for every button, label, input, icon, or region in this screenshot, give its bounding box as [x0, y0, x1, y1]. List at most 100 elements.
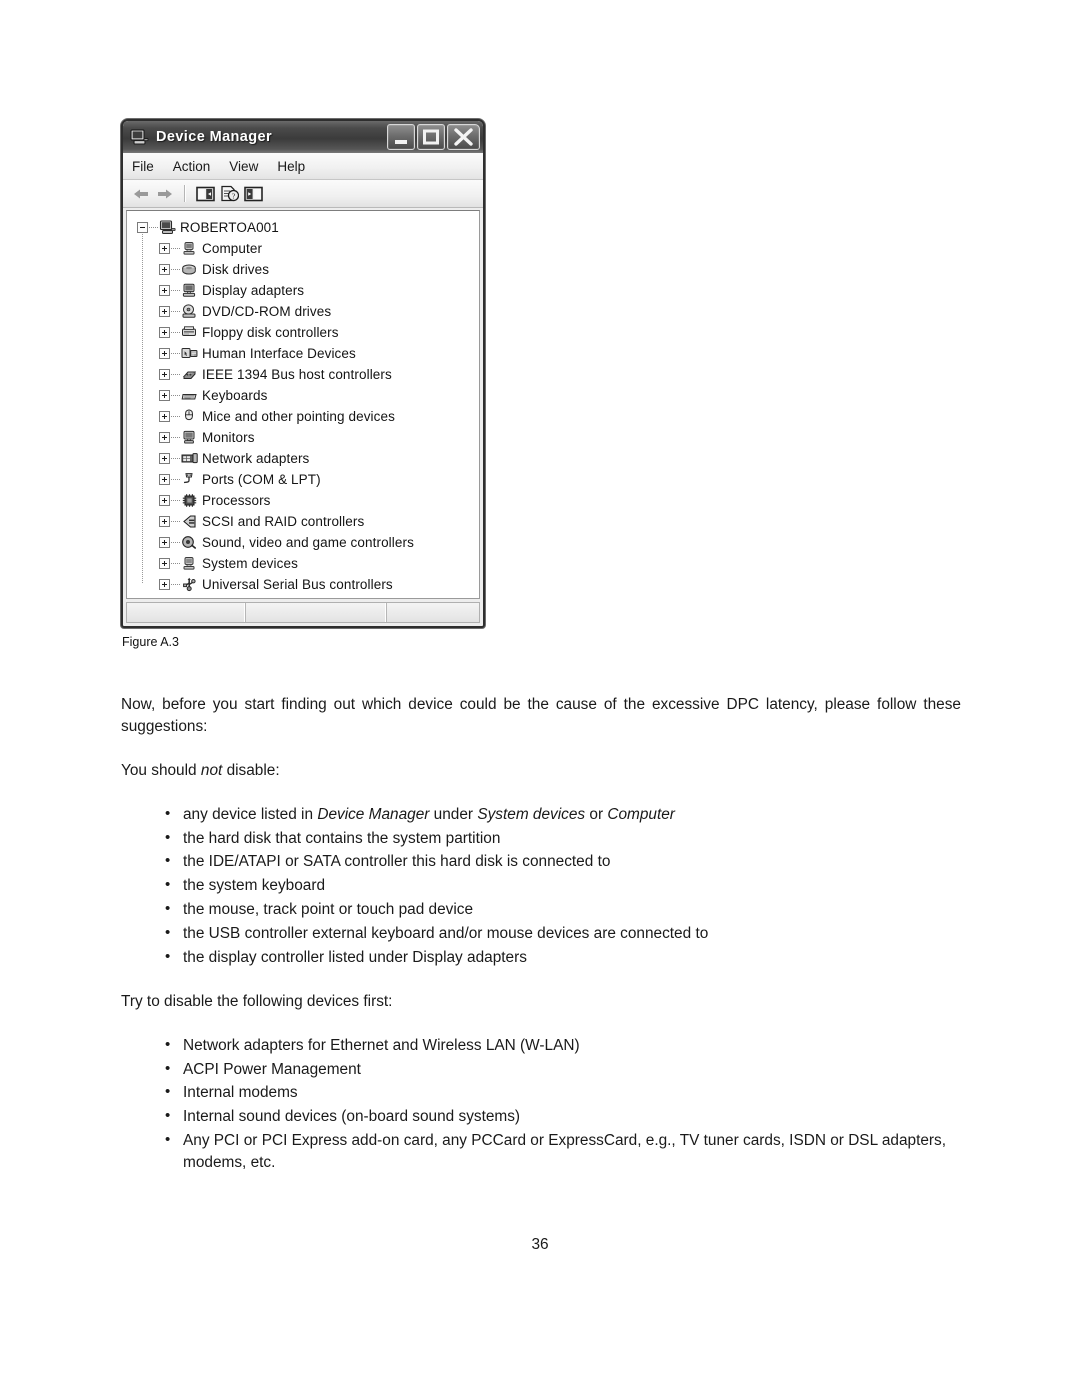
- display-adapter-icon: [180, 282, 198, 299]
- toolbar-separator: [184, 185, 186, 202]
- tree-row[interactable]: Ports (COM & LPT): [137, 469, 479, 490]
- tree-item-label: Universal Serial Bus controllers: [202, 577, 393, 592]
- list-item: ACPI Power Management: [165, 1058, 961, 1081]
- expand-toggle-icon[interactable]: [159, 516, 170, 527]
- mouse-icon: [180, 408, 198, 425]
- forward-button[interactable]: [154, 183, 176, 204]
- tree-row[interactable]: Display adapters: [137, 280, 479, 301]
- computer-icon: [130, 128, 149, 146]
- tree-connector: [171, 248, 180, 249]
- list-item: the mouse, track point or touch pad devi…: [165, 898, 961, 921]
- tree-connector: [171, 332, 180, 333]
- tree-row[interactable]: Universal Serial Bus controllers: [137, 574, 479, 595]
- expand-toggle-icon[interactable]: [159, 348, 170, 359]
- collapse-toggle-icon[interactable]: [137, 222, 148, 233]
- expand-toggle-icon[interactable]: [159, 453, 170, 464]
- expand-toggle-icon[interactable]: [159, 390, 170, 401]
- device-tree-pane[interactable]: ROBERTOA001 Computer Disk drives Display…: [126, 210, 480, 599]
- tree-connector: [171, 542, 180, 543]
- expand-toggle-icon[interactable]: [159, 495, 170, 506]
- page-number: 36: [531, 1236, 549, 1253]
- expand-toggle-icon[interactable]: [159, 306, 170, 317]
- lead-text-before: You should: [121, 761, 201, 779]
- floppy-controller-icon: [180, 324, 198, 341]
- tree-row[interactable]: Disk drives: [137, 259, 479, 280]
- tree-row[interactable]: Floppy disk controllers: [137, 322, 479, 343]
- status-panel-2: [246, 603, 387, 622]
- expand-toggle-icon[interactable]: [159, 327, 170, 338]
- firewire-icon: [180, 366, 198, 383]
- tree-connector: [171, 269, 180, 270]
- expand-toggle-icon[interactable]: [159, 243, 170, 254]
- back-button[interactable]: [130, 183, 152, 204]
- tree-item-label: Sound, video and game controllers: [202, 535, 414, 550]
- tree-row[interactable]: Keyboards: [137, 385, 479, 406]
- expand-toggle-icon[interactable]: [159, 474, 170, 485]
- list-item: the IDE/ATAPI or SATA controller this ha…: [165, 850, 961, 873]
- tree-row[interactable]: Processors: [137, 490, 479, 511]
- list-item: Internal sound devices (on-board sound s…: [165, 1105, 961, 1128]
- hid-icon: [180, 345, 198, 362]
- computer-node-icon: [158, 219, 176, 236]
- expand-toggle-icon[interactable]: [159, 285, 170, 296]
- properties-icon[interactable]: ?: [218, 183, 240, 204]
- tree-connector: [171, 458, 180, 459]
- tree-row[interactable]: Computer: [137, 238, 479, 259]
- minimize-button[interactable]: [387, 124, 415, 150]
- system-device-icon: [180, 555, 198, 572]
- list-item: Any PCI or PCI Express add-on card, any …: [165, 1129, 961, 1174]
- tree-row[interactable]: DVD/CD-ROM drives: [137, 301, 479, 322]
- bullet-italic: System devices: [477, 805, 586, 823]
- bullet-text: under: [429, 805, 478, 823]
- list-item: the USB controller external keyboard and…: [165, 922, 961, 945]
- close-button[interactable]: [447, 124, 480, 150]
- lead-text-after: disable:: [222, 761, 280, 779]
- figure-a3: Device Manager File Action View Help ? R…: [121, 119, 487, 649]
- maximize-button[interactable]: [417, 124, 445, 150]
- list-item: Network adapters for Ethernet and Wirele…: [165, 1034, 961, 1057]
- tree-row[interactable]: ROBERTOA001: [137, 217, 479, 238]
- expand-toggle-icon[interactable]: [159, 432, 170, 443]
- tree-item-label: Keyboards: [202, 388, 268, 403]
- tree-row[interactable]: Sound, video and game controllers: [137, 532, 479, 553]
- tree-row[interactable]: System devices: [137, 553, 479, 574]
- tree-item-label: Processors: [202, 493, 271, 508]
- console-tree-icon[interactable]: [194, 183, 216, 204]
- computer-category-icon: [180, 240, 198, 257]
- expand-toggle-icon[interactable]: [159, 411, 170, 422]
- expand-toggle-icon[interactable]: [159, 369, 170, 380]
- menu-bar: File Action View Help: [123, 153, 483, 180]
- expand-toggle-icon[interactable]: [159, 537, 170, 548]
- expand-toggle-icon[interactable]: [159, 264, 170, 275]
- menu-item-action[interactable]: Action: [173, 157, 220, 176]
- tree-connector: [171, 395, 180, 396]
- tree-row[interactable]: Mice and other pointing devices: [137, 406, 479, 427]
- expand-toggle-icon[interactable]: [159, 558, 170, 569]
- disable-first-lead: Try to disable the following devices fir…: [121, 992, 393, 1010]
- tree-row[interactable]: Network adapters: [137, 448, 479, 469]
- tree-item-label: IEEE 1394 Bus host controllers: [202, 367, 392, 382]
- port-icon: [180, 471, 198, 488]
- lead-text-italic: not: [200, 761, 223, 779]
- menu-item-help[interactable]: Help: [277, 157, 314, 176]
- tree-row[interactable]: Monitors: [137, 427, 479, 448]
- figure-caption: Figure A.3: [122, 635, 179, 649]
- tree-connector: [171, 479, 180, 480]
- bullet-text: or: [585, 805, 608, 823]
- window-titlebar[interactable]: Device Manager: [123, 121, 483, 153]
- usb-icon: [180, 576, 198, 593]
- disable-first-list: Network adapters for Ethernet and Wirele…: [121, 1034, 961, 1174]
- tree-row[interactable]: Human Interface Devices: [137, 343, 479, 364]
- expand-toggle-icon[interactable]: [159, 579, 170, 590]
- tree-row[interactable]: SCSI and RAID controllers: [137, 511, 479, 532]
- scsi-raid-icon: [180, 513, 198, 530]
- menu-item-view[interactable]: View: [229, 157, 267, 176]
- tree-root-label: ROBERTOA001: [180, 220, 279, 235]
- tree-item-label: Mice and other pointing devices: [202, 409, 395, 424]
- window-buttons: [387, 124, 480, 150]
- tree-item-label: SCSI and RAID controllers: [202, 514, 365, 529]
- tree-row[interactable]: IEEE 1394 Bus host controllers: [137, 364, 479, 385]
- panel-icon[interactable]: [242, 183, 264, 204]
- menu-item-file[interactable]: File: [132, 157, 163, 176]
- tree-item-label: Display adapters: [202, 283, 305, 298]
